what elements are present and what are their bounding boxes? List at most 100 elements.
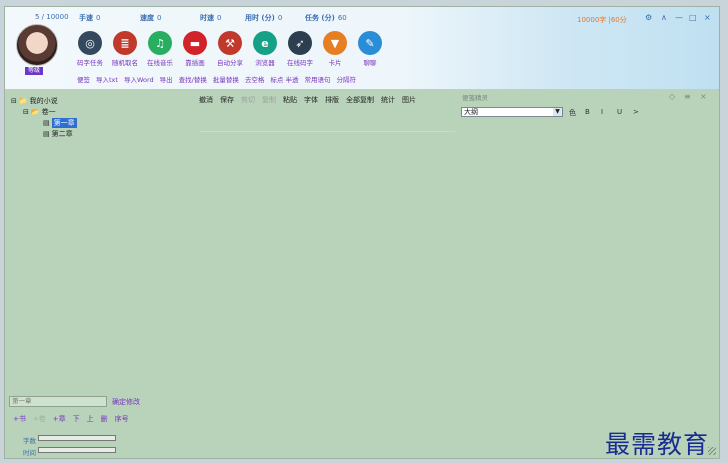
collapse-box-icon[interactable]: ⊟ [23, 108, 29, 116]
watermark: 最需教育 [605, 430, 710, 459]
tree-op-button[interactable]: 下 [73, 414, 80, 424]
edit-button[interactable]: 图片 [402, 95, 416, 105]
edit-button[interactable]: 复制 [262, 95, 276, 105]
top-bar: 5 / 10000 手速 0 速度 0 时速 0 用时 (分) 0 任务 (分) 60 等… [5, 7, 719, 89]
collapse-icon[interactable]: ∧ [661, 13, 667, 22]
editor-toolbar: 撤消 保存 剪切 复制 粘贴 字体 排版 全部复制 统计 图片 [199, 95, 416, 105]
tree-op-button[interactable]: +卷 [33, 414, 46, 424]
notes-format-button[interactable]: B [585, 108, 590, 116]
tree-chapter[interactable]: ▤ 第一章 [11, 117, 77, 128]
tool-label: 浏览器 [255, 59, 275, 67]
quick-link[interactable]: 导入Word [124, 74, 154, 84]
edit-button[interactable]: 统计 [381, 95, 395, 105]
tool-label: 在线码字 [287, 59, 313, 67]
folder-icon: 📁 [18, 96, 28, 105]
quick-link[interactable]: 分隔符 [336, 74, 356, 84]
tree-chapter[interactable]: ▤ 第二章 [11, 128, 77, 139]
tree-operations: +书 +卷 +章下上删序号 [13, 414, 129, 424]
pin-icon[interactable]: ◇ [669, 92, 675, 101]
tree-op-button[interactable]: 序号 [115, 414, 129, 424]
edit-button[interactable]: 保存 [220, 95, 234, 105]
quick-link[interactable]: 便签 [77, 74, 90, 84]
avatar[interactable] [16, 24, 58, 66]
tool-button[interactable]: ▬ 靠插画 [179, 31, 211, 67]
tool-button[interactable]: ✎ 聊聊 [354, 31, 386, 67]
quick-links: 便签 导入txt 导入Word 导出 查找/替换 批量替换 去空格 标点 半透 常用语句 分隔符 [77, 74, 356, 84]
tool-button[interactable]: ⚒ 自动分享 [214, 31, 246, 67]
tool-label: 随机取名 [112, 59, 138, 67]
stat-hourly: 时速 0 [200, 14, 222, 22]
notebook-icon[interactable]: ≣ [113, 31, 137, 55]
close-icon[interactable]: × [704, 13, 711, 22]
edit-button[interactable]: 字体 [304, 95, 318, 105]
resize-grip-icon[interactable] [708, 447, 716, 455]
tool-button[interactable]: ♫ 在线音乐 [144, 31, 176, 67]
chat-icon[interactable]: ✎ [358, 31, 382, 55]
edit-button[interactable]: 粘贴 [283, 95, 297, 105]
quick-link[interactable]: 去空格 [245, 74, 265, 84]
tool-button[interactable]: ➶ 在线码字 [284, 31, 316, 67]
tool-label: 卡片 [328, 59, 342, 67]
notes-title: 便笺精灵 [462, 94, 488, 102]
confirm-rename-button[interactable]: 确定修改 [112, 397, 140, 407]
tree-volume[interactable]: ⊟ 📂 卷一 [11, 106, 77, 117]
words-progress-bar [38, 435, 116, 441]
tool-label: 码字任务 [77, 59, 103, 67]
main-window: 5 / 10000 手速 0 速度 0 时速 0 用时 (分) 0 任务 (分) 60 等… [4, 6, 720, 459]
tree-op-button[interactable]: +书 [13, 414, 26, 424]
chapter-name-input[interactable]: 第一章 [9, 396, 107, 407]
tool-button[interactable]: ≣ 随机取名 [109, 31, 141, 67]
level-badge: 等级 [25, 67, 44, 75]
time-label: 时间 [23, 449, 36, 457]
tree-op-button[interactable]: +章 [53, 414, 66, 424]
collapse-box-icon[interactable]: ⊟ [11, 97, 17, 105]
chevron-down-icon[interactable]: ▼ [553, 108, 562, 116]
quick-link[interactable]: 导入txt [96, 74, 118, 84]
browser-icon[interactable]: e [253, 31, 277, 55]
tool-label: 自动分享 [217, 59, 243, 67]
quick-link[interactable]: 标点 半透 [270, 74, 298, 84]
quick-link[interactable]: 导出 [160, 74, 173, 84]
settings-icon[interactable]: ⚙ [645, 13, 652, 22]
notes-format-button[interactable]: U [617, 108, 622, 116]
tool-label: 在线音乐 [147, 59, 173, 67]
quick-link[interactable]: 批量替换 [213, 74, 239, 84]
notes-format-button[interactable]: 色 [569, 108, 576, 118]
tree-root[interactable]: ⊟ 📁 我的小说 [11, 95, 77, 106]
editor-area[interactable] [199, 131, 455, 132]
document-icon: ▤ [43, 129, 50, 138]
maximize-icon[interactable]: □ [689, 13, 697, 22]
edit-button[interactable]: 全部复制 [346, 95, 374, 105]
folder-open-icon: 📂 [30, 107, 40, 116]
notes-category-select[interactable]: 大纲 ▼ [461, 107, 563, 117]
char-count: 5 / 10000 [35, 13, 69, 21]
tree-op-button[interactable]: 删 [101, 414, 108, 424]
minimize-icon[interactable]: — [675, 13, 683, 22]
edit-button[interactable]: 排版 [325, 95, 339, 105]
quick-link[interactable]: 查找/替换 [179, 74, 207, 84]
speedometer-icon[interactable]: ◎ [78, 31, 102, 55]
edit-button[interactable]: 撤消 [199, 95, 213, 105]
compass-icon[interactable]: ⚒ [218, 31, 242, 55]
tool-label: 聊聊 [363, 59, 377, 67]
tool-button[interactable]: ◎ 码字任务 [74, 31, 106, 67]
tool-button[interactable]: ▼ 卡片 [319, 31, 351, 67]
stat-speed: 手速 0 [79, 14, 101, 22]
tool-label: 靠插画 [185, 59, 205, 67]
notes-close-icon[interactable]: × [700, 92, 707, 101]
edit-button[interactable]: 剪切 [241, 95, 255, 105]
minus-icon[interactable]: ▬ [183, 31, 207, 55]
notes-format-button[interactable]: I [601, 108, 603, 116]
notes-format-button[interactable]: > [633, 108, 639, 116]
rocket-icon[interactable]: ➶ [288, 31, 312, 55]
word-goal[interactable]: 10000字 |60分 [577, 15, 627, 25]
time-progress-bar [38, 447, 116, 453]
tree-op-button[interactable]: 上 [87, 414, 94, 424]
menu-icon[interactable]: ≡ [684, 92, 691, 101]
tool-button[interactable]: e 浏览器 [249, 31, 281, 67]
stat-used-time: 用时 (分) 0 [245, 14, 283, 22]
words-label: 字数 [23, 437, 36, 445]
bookmark-icon[interactable]: ▼ [323, 31, 347, 55]
music-icon[interactable]: ♫ [148, 31, 172, 55]
quick-link[interactable]: 常用语句 [304, 74, 330, 84]
